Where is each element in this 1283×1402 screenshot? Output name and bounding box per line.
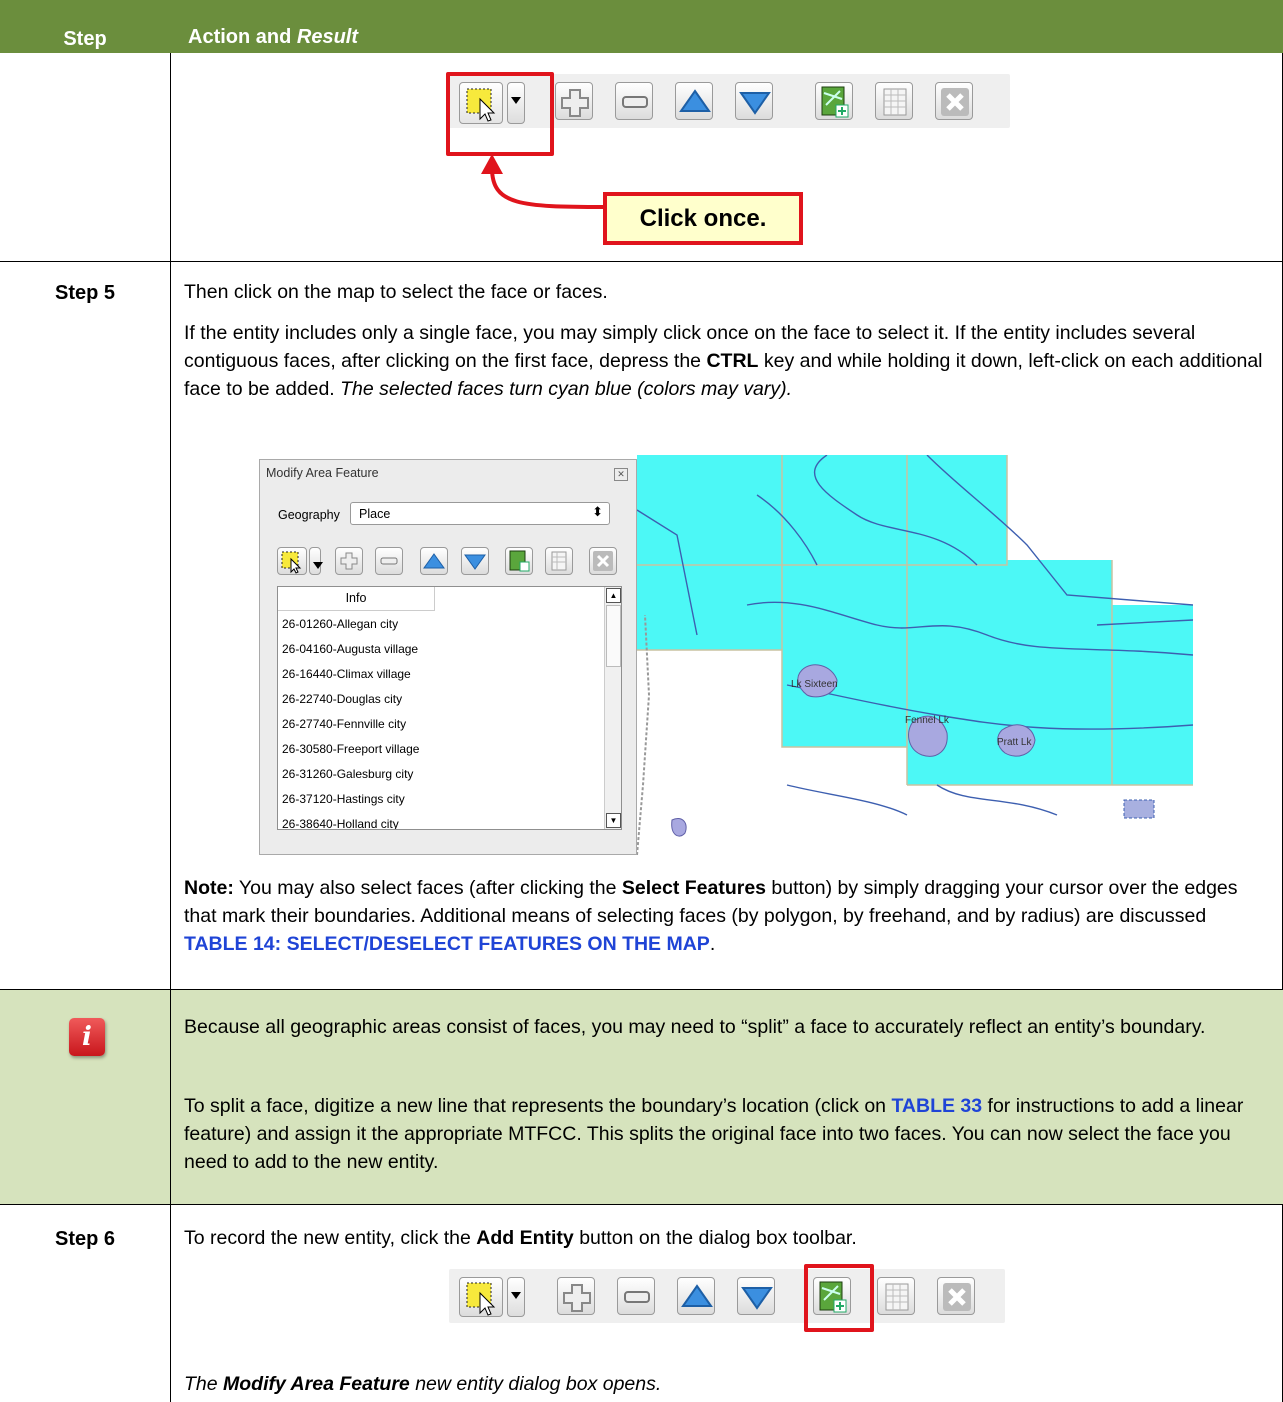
step-6-label: Step 6 (54, 1228, 116, 1250)
move-down-button[interactable] (737, 1277, 775, 1315)
add-entity-button[interactable] (505, 547, 533, 575)
map-label: Fennel Lk (905, 715, 950, 726)
step-6-text: To record the new entity, click the Add … (184, 1227, 857, 1249)
cancel-button[interactable] (935, 82, 973, 120)
map-view[interactable]: Lk Sixteen Fennel Lk Pratt Lk (637, 455, 1193, 855)
info-column-header[interactable]: Info (278, 587, 435, 611)
attributes-button[interactable] (875, 82, 913, 120)
cancel-button[interactable] (589, 547, 617, 575)
scroll-up-icon[interactable]: ▲ (606, 588, 621, 603)
step-5-label: Step 5 (54, 282, 116, 304)
list-item[interactable]: 26-38640-Holland city (282, 817, 399, 829)
modify-area-feature-dialog: Modify Area Feature ✕ Geography Place ⬍ I… (259, 459, 637, 855)
add-entity-icon (509, 550, 530, 572)
table-33-link[interactable]: TABLE 33 (891, 1095, 982, 1117)
move-up-button[interactable] (677, 1277, 715, 1315)
info-text-2: To split a face, digitize a new line tha… (184, 1095, 1244, 1173)
triangle-up-icon (679, 89, 711, 112)
minus-icon (624, 1291, 650, 1303)
updown-icon: ⬍ (592, 504, 603, 519)
triangle-down-icon (739, 92, 771, 115)
toolbar-image-2 (449, 1269, 1005, 1323)
step-6-result: The Modify Area Feature new entity dialo… (184, 1373, 662, 1395)
place-list[interactable]: Info 26-01260-Allegan city 26-04160-Augu… (277, 586, 622, 830)
table-icon (885, 1283, 909, 1311)
dialog-toolbar (277, 547, 622, 577)
select-features-icon (281, 551, 302, 574)
move-up-button[interactable] (675, 82, 713, 120)
list-item[interactable]: 26-30580-Freeport village (282, 742, 419, 756)
table-14-link[interactable]: TABLE 14: SELECT/DESELECT FEATURES ON TH… (184, 933, 710, 955)
plus-icon (561, 89, 589, 117)
minus-icon (380, 557, 398, 565)
dialog-close-icon[interactable]: ✕ (614, 468, 628, 481)
close-icon (943, 1283, 971, 1311)
header-step: Step (63, 28, 107, 50)
triangle-down-icon (741, 1287, 773, 1310)
move-up-button[interactable] (420, 547, 448, 575)
plus-icon (563, 1284, 591, 1312)
map-label: Pratt Lk (997, 737, 1032, 748)
triangle-up-icon (423, 553, 445, 569)
step-5-text: Then click on the map to select the face… (184, 281, 608, 303)
triangle-down-icon (464, 554, 486, 570)
row-divider (0, 261, 1283, 262)
add-button[interactable] (557, 1277, 595, 1315)
step-5-detail: If the entity includes only a single fac… (184, 322, 1263, 400)
column-divider (170, 990, 171, 1204)
select-features-icon (466, 1282, 496, 1316)
minus-icon (622, 96, 648, 108)
map-label: Lk Sixteen (791, 679, 838, 690)
row-divider (0, 1204, 1283, 1205)
table-icon (883, 88, 907, 116)
table-icon (551, 551, 567, 571)
move-down-button[interactable] (735, 82, 773, 120)
add-button[interactable] (335, 547, 363, 575)
attributes-button[interactable] (545, 547, 573, 575)
list-item[interactable]: 26-16440-Climax village (282, 667, 411, 681)
callout-arrow (481, 154, 606, 209)
add-entity-icon (821, 86, 849, 118)
info-icon: i (69, 1018, 105, 1056)
list-item[interactable]: 26-04160-Augusta village (282, 642, 418, 656)
select-features-button[interactable] (277, 547, 307, 575)
select-dropdown[interactable] (309, 547, 323, 575)
remove-button[interactable] (617, 1277, 655, 1315)
geography-select[interactable]: Place ⬍ (350, 502, 610, 525)
move-down-button[interactable] (461, 547, 489, 575)
remove-button[interactable] (375, 547, 403, 575)
add-button[interactable] (555, 82, 593, 120)
attributes-button[interactable] (877, 1277, 915, 1315)
click-once-callout: Click once. (603, 192, 803, 245)
highlight-add-entity-button (804, 1264, 874, 1332)
geography-label: Geography (278, 508, 340, 522)
dialog-title: Modify Area Feature (266, 466, 379, 480)
triangle-up-icon (681, 1284, 713, 1307)
map-drawing: Lk Sixteen Fennel Lk Pratt Lk (637, 455, 1193, 855)
highlight-select-button (446, 72, 554, 156)
header-action: Action and Result (188, 26, 359, 48)
plus-icon (340, 552, 358, 570)
step-5-note: Note: You may also select faces (after c… (184, 877, 1238, 955)
list-item[interactable]: 26-27740-Fennville city (282, 717, 406, 731)
list-item[interactable]: 26-37120-Hastings city (282, 792, 405, 806)
list-item[interactable]: 26-22740-Douglas city (282, 692, 402, 706)
scroll-thumb[interactable] (606, 605, 621, 667)
cancel-button[interactable] (937, 1277, 975, 1315)
select-features-button[interactable] (459, 1277, 503, 1317)
remove-button[interactable] (615, 82, 653, 120)
list-item[interactable]: 26-31260-Galesburg city (282, 767, 413, 781)
close-icon (593, 551, 613, 571)
list-item[interactable]: 26-01260-Allegan city (282, 617, 398, 631)
table-header: Step Action and Result (0, 0, 1283, 53)
select-dropdown[interactable] (507, 1277, 525, 1317)
close-icon (941, 88, 969, 116)
list-scrollbar[interactable]: ▲ ▼ (604, 587, 621, 829)
scroll-down-icon[interactable]: ▼ (606, 813, 621, 828)
add-entity-button[interactable] (815, 82, 853, 120)
info-text-1: Because all geographic areas consist of … (184, 1016, 1206, 1038)
